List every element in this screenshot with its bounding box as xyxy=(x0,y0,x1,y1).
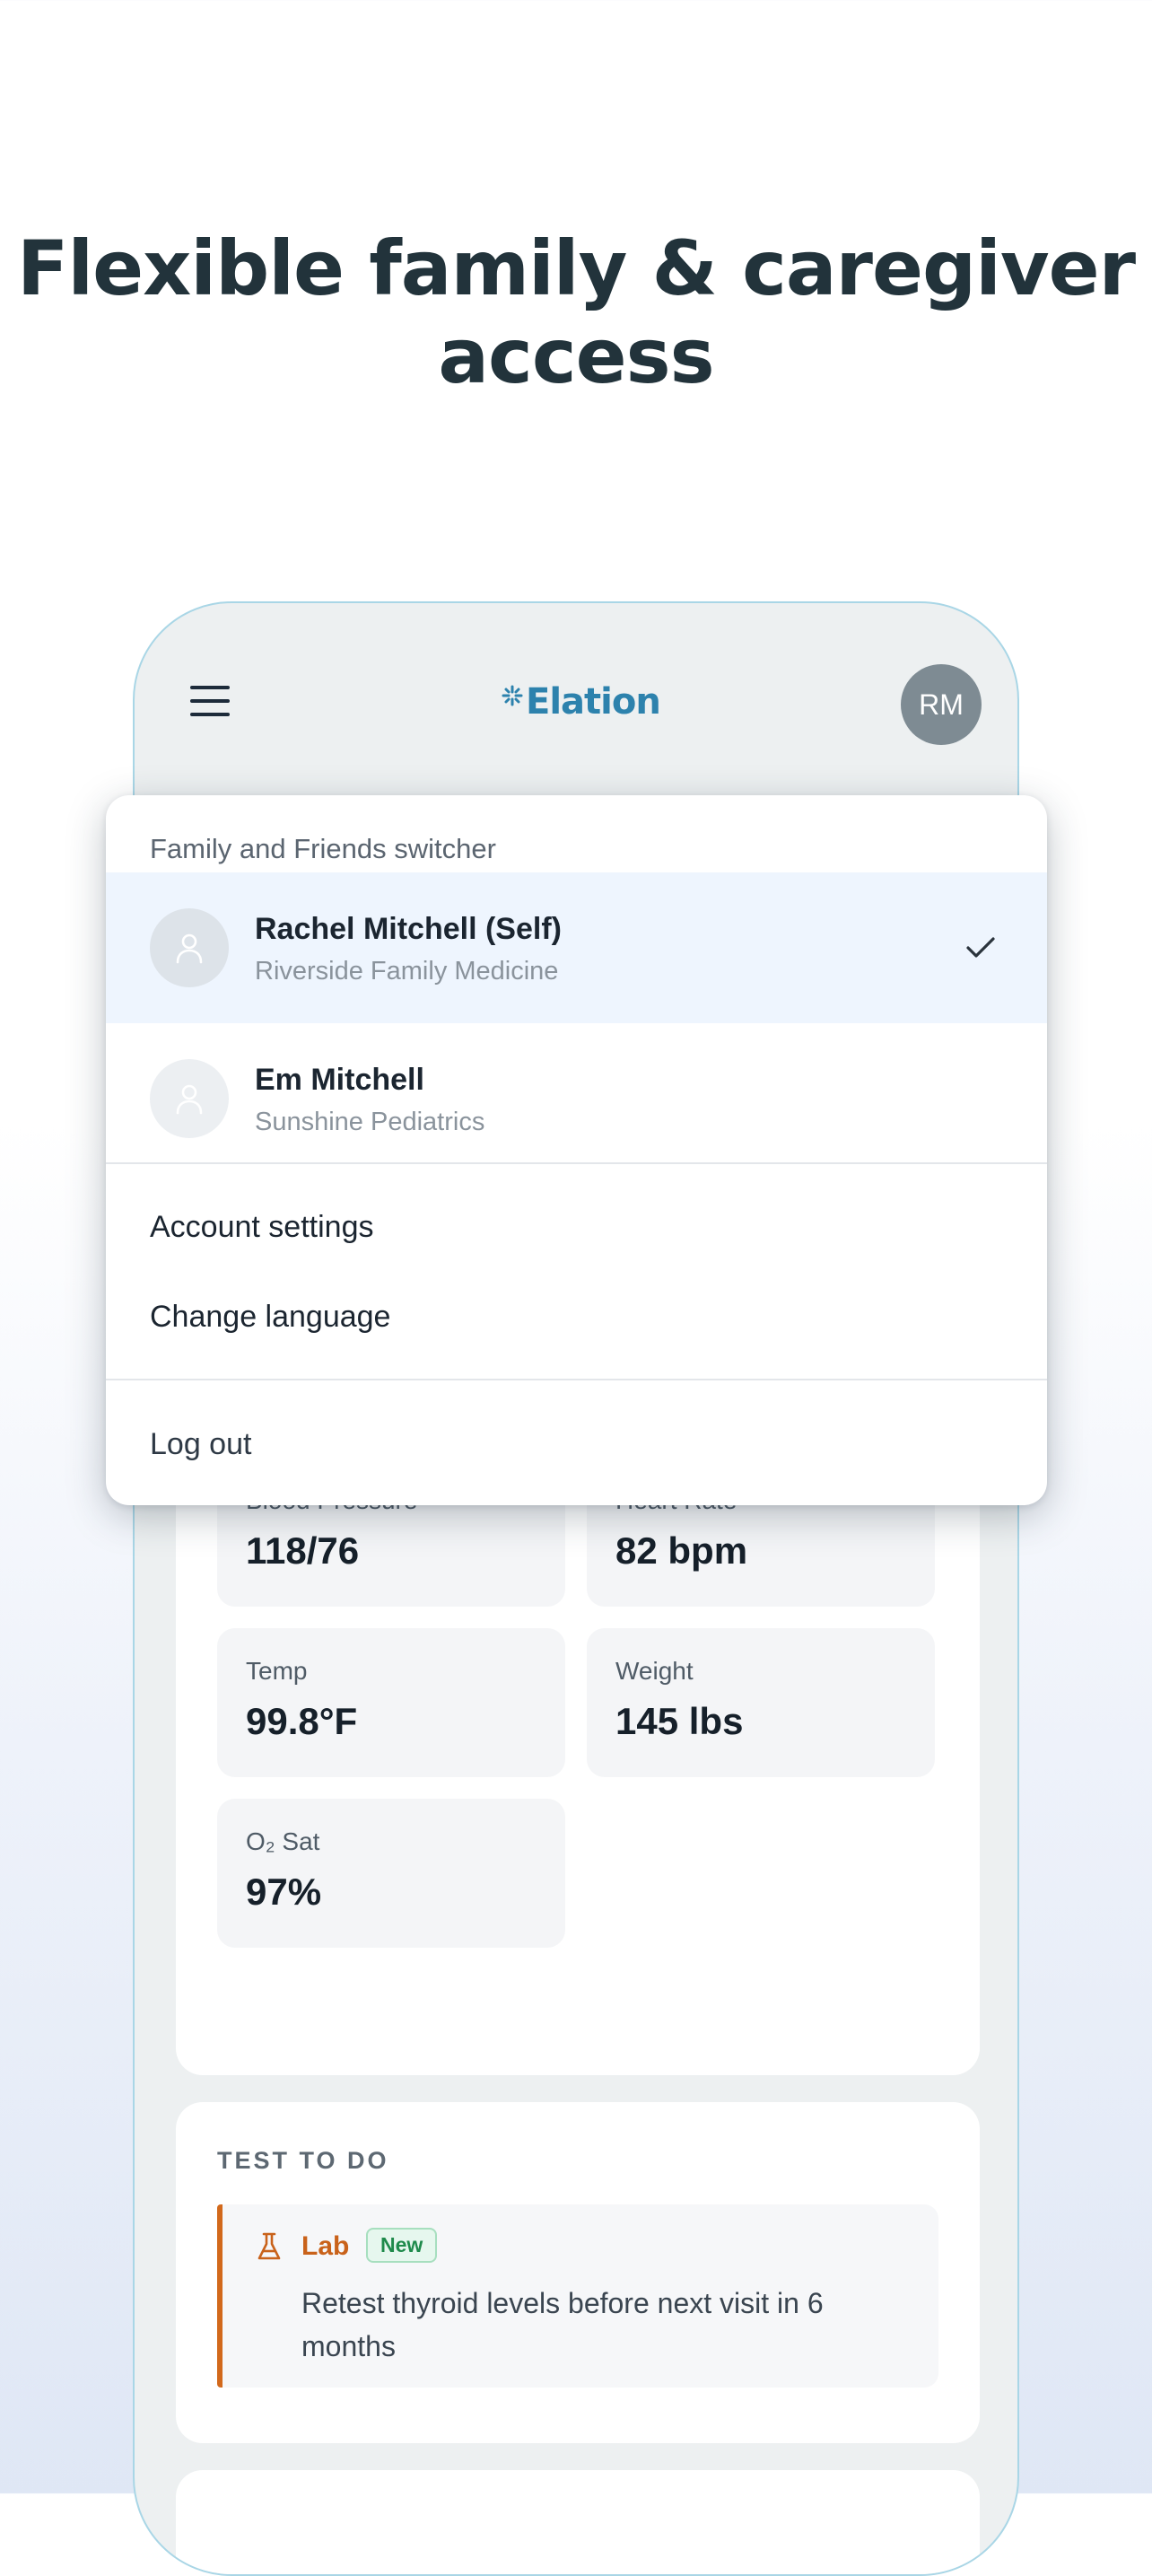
test-item[interactable]: Lab New Retest thyroid levels before nex… xyxy=(217,2204,938,2388)
tests-card: TEST TO DO Lab New Retest thyroid levels… xyxy=(176,2102,980,2443)
person-item-rachel[interactable]: Rachel Mitchell (Self) Riverside Family … xyxy=(106,872,1047,1023)
vital-value: 145 lbs xyxy=(615,1700,744,1742)
person-icon xyxy=(176,1084,203,1115)
person-practice: Sunshine Pediatrics xyxy=(255,1108,485,1136)
vital-label: O₂ Sat xyxy=(246,1827,320,1855)
next-card xyxy=(176,2470,980,2574)
test-description: Retest thyroid levels before next visit … xyxy=(301,2287,824,2362)
vital-o2-sat: O₂ Sat 97% xyxy=(217,1799,565,1948)
vital-value: 82 bpm xyxy=(615,1529,748,1572)
logo-text: Elation xyxy=(526,681,661,723)
headline-line-1: Flexible family & caregiver xyxy=(16,224,1136,312)
person-name: Rachel Mitchell (Self) xyxy=(255,912,562,946)
user-avatar-button[interactable]: RM xyxy=(901,664,982,745)
tests-title: TEST TO DO xyxy=(217,2147,389,2174)
vital-weight: Weight 145 lbs xyxy=(587,1628,935,1777)
family-switcher-menu: Family and Friends switcher Rachel Mitch… xyxy=(106,795,1047,1505)
page-headline: Flexible family & caregiver access xyxy=(0,224,1152,400)
vitals-card: Blood Pressure 118/76 Heart Rate 82 bpm … xyxy=(176,1411,980,2075)
app-logo: Elation xyxy=(501,675,661,729)
vital-temp: Temp 99.8°F xyxy=(217,1628,565,1777)
log-out-item[interactable]: Log out xyxy=(150,1427,251,1462)
person-avatar xyxy=(150,908,229,987)
check-icon xyxy=(966,937,995,958)
headline-line-2: access xyxy=(438,312,714,400)
menu-divider xyxy=(106,1162,1047,1164)
change-language-item[interactable]: Change language xyxy=(150,1300,390,1335)
vital-value: 99.8°F xyxy=(246,1700,358,1742)
new-badge: New xyxy=(366,2228,438,2263)
flask-icon xyxy=(257,2232,281,2260)
sparkle-icon xyxy=(502,685,523,706)
person-avatar xyxy=(150,1059,229,1138)
hamburger-icon[interactable] xyxy=(190,686,230,718)
person-practice: Riverside Family Medicine xyxy=(255,957,559,986)
vital-label: Temp xyxy=(246,1657,308,1685)
person-item-em[interactable]: Em Mitchell Sunshine Pediatrics xyxy=(106,1023,1047,1174)
test-type-label: Lab xyxy=(301,2231,350,2261)
account-settings-item[interactable]: Account settings xyxy=(150,1210,373,1245)
person-name: Em Mitchell xyxy=(255,1063,424,1097)
switcher-header: Family and Friends switcher xyxy=(150,833,496,864)
vital-value: 118/76 xyxy=(246,1529,360,1572)
vital-value: 97% xyxy=(246,1871,322,1913)
vital-label: Weight xyxy=(615,1657,694,1685)
menu-divider xyxy=(106,1379,1047,1380)
person-icon xyxy=(176,933,203,964)
